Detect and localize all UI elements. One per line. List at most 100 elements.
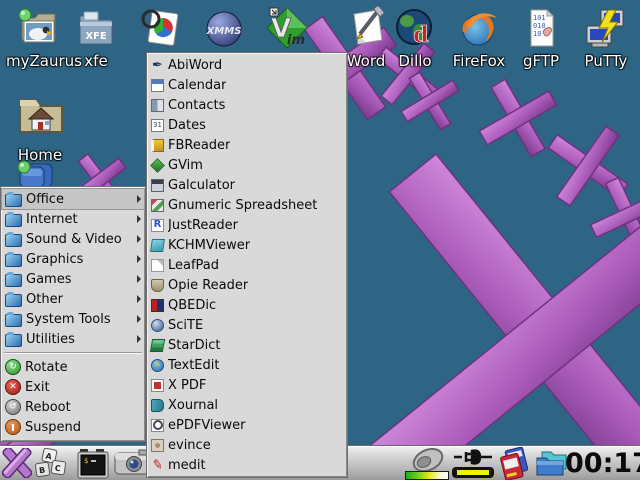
terminal-icon[interactable]: $ bbox=[76, 448, 110, 479]
menu-item-reboot[interactable]: ↺ Reboot bbox=[2, 397, 144, 417]
submenu-item-kchmviewer[interactable]: KCHMViewer bbox=[148, 235, 346, 255]
submenu-item-leafpad[interactable]: LeafPad bbox=[148, 255, 346, 275]
menu-item-label: Other bbox=[26, 292, 63, 307]
submenu-item-contacts[interactable]: Contacts bbox=[148, 95, 346, 115]
submenu-item-qbedic[interactable]: QBEDic bbox=[148, 295, 346, 315]
submenu-item-dates[interactable]: 31 Dates bbox=[148, 115, 346, 135]
menu-item-exit[interactable]: ✕ Exit bbox=[2, 377, 144, 397]
home-folder-icon bbox=[14, 88, 66, 140]
submenu-item-label: evince bbox=[168, 438, 211, 453]
desktop-icon-label: PuTTy bbox=[574, 53, 638, 69]
submenu-item-justreader[interactable]: R JustReader bbox=[148, 215, 346, 235]
menu-item-label: Rotate bbox=[25, 360, 68, 375]
submenu-item-opie-reader[interactable]: Opie Reader bbox=[148, 275, 346, 295]
stardict-icon bbox=[150, 339, 165, 352]
putty-icon bbox=[584, 6, 628, 50]
desktop-icon-label: Dillo bbox=[383, 53, 447, 69]
desktop-icon-xfe[interactable]: XFE xfe bbox=[64, 6, 128, 69]
leafpad-icon bbox=[151, 259, 164, 272]
calendar-icon bbox=[151, 79, 164, 92]
submenu-arrow-icon bbox=[137, 295, 141, 303]
menu-item-label: Reboot bbox=[25, 400, 71, 415]
menu-separator bbox=[4, 352, 142, 354]
galculator-icon bbox=[151, 179, 164, 192]
submenu-item-xournal[interactable]: Xournal bbox=[148, 395, 346, 415]
menu-item-graphics[interactable]: Graphics bbox=[2, 249, 144, 269]
suspend-icon bbox=[5, 419, 21, 435]
submenu-item-stardict[interactable]: StarDict bbox=[148, 335, 346, 355]
submenu-item-textedit[interactable]: ✎ TextEdit bbox=[148, 355, 346, 375]
folders-icon[interactable] bbox=[534, 448, 568, 478]
submenu-item-galculator[interactable]: Galculator bbox=[148, 175, 346, 195]
vim-icon: V im bbox=[265, 6, 309, 50]
submenu-item-label: Opie Reader bbox=[168, 278, 248, 293]
menu-item-office[interactable]: Office bbox=[2, 189, 144, 209]
gnumeric-icon bbox=[151, 199, 164, 212]
submenu-item-label: LeafPad bbox=[168, 258, 219, 273]
submenu-item-label: X PDF bbox=[168, 378, 206, 393]
submenu-item-medit[interactable]: ✎ medit bbox=[148, 455, 346, 475]
submenu-item-label: AbiWord bbox=[168, 58, 222, 73]
desktop-icon-gftp[interactable]: 101 010 10 gFTP bbox=[509, 6, 573, 69]
justreader-icon: R bbox=[151, 219, 164, 232]
menu-item-internet[interactable]: Internet bbox=[2, 209, 144, 229]
submenu-item-label: TextEdit bbox=[168, 358, 219, 373]
epdfviewer-icon bbox=[151, 419, 164, 432]
submenu-item-gnumeric[interactable]: Gnumeric Spreadsheet bbox=[148, 195, 346, 215]
submenu-item-xpdf[interactable]: X PDF bbox=[148, 375, 346, 395]
menu-item-utilities[interactable]: Utilities bbox=[2, 329, 144, 349]
reboot-icon: ↺ bbox=[5, 399, 21, 415]
volume-level-bar bbox=[405, 471, 449, 480]
menu-item-system-tools[interactable]: System Tools bbox=[2, 309, 144, 329]
submenu-item-label: Xournal bbox=[168, 398, 218, 413]
firefox-icon bbox=[457, 6, 501, 50]
memory-cards-icon[interactable] bbox=[496, 447, 534, 480]
submenu-item-label: Contacts bbox=[168, 98, 225, 113]
xmms-icon: XMMS bbox=[202, 6, 246, 50]
submenu-item-abiword[interactable]: ✒ AbiWord bbox=[148, 55, 346, 75]
desktop-icon-label: Home bbox=[8, 147, 72, 163]
submenu-arrow-icon bbox=[137, 195, 141, 203]
keyboard-icon[interactable]: A B C bbox=[34, 448, 74, 479]
desktop-icon-dillo[interactable]: d Dillo bbox=[383, 6, 447, 69]
submenu-item-fbreader[interactable]: FBReader bbox=[148, 135, 346, 155]
gftp-icon-line3: 10 bbox=[533, 30, 541, 38]
panel-clock: 00:17 bbox=[565, 448, 640, 479]
submenu-item-label: SciTE bbox=[168, 318, 203, 333]
desktop-icon-firefox[interactable]: FireFox bbox=[447, 6, 511, 69]
desktop-icon-myzaurus[interactable]: myZaurus bbox=[6, 6, 70, 69]
speaker-icon[interactable] bbox=[408, 448, 448, 472]
menu-item-label: Graphics bbox=[26, 252, 83, 267]
folder-icon bbox=[5, 214, 22, 227]
desktop-icon-putty[interactable]: PuTTy bbox=[574, 6, 638, 69]
menu-item-suspend[interactable]: Suspend bbox=[2, 417, 144, 437]
xfce-menu-icon[interactable] bbox=[2, 448, 32, 478]
submenu-arrow-icon bbox=[137, 215, 141, 223]
folder-icon bbox=[5, 194, 22, 207]
menu-item-games[interactable]: Games bbox=[2, 269, 144, 289]
folder-icon bbox=[5, 314, 22, 327]
menu-item-label: Internet bbox=[26, 212, 78, 227]
office-submenu: ✒ AbiWord Calendar Contacts 31 Dates FBR… bbox=[146, 52, 348, 478]
submenu-item-calendar[interactable]: Calendar bbox=[148, 75, 346, 95]
desktop-icon-xmms[interactable]: XMMS bbox=[192, 6, 256, 53]
submenu-item-label: StarDict bbox=[168, 338, 221, 353]
myzaurus-icon bbox=[16, 6, 60, 50]
menu-item-rotate[interactable]: ↻ Rotate bbox=[2, 357, 144, 377]
evince-icon bbox=[151, 439, 164, 452]
submenu-item-label: ePDFViewer bbox=[168, 418, 246, 433]
desktop-icon-vim[interactable]: V im bbox=[255, 6, 319, 53]
submenu-item-gvim[interactable]: GVim bbox=[148, 155, 346, 175]
submenu-item-evince[interactable]: evince bbox=[148, 435, 346, 455]
submenu-arrow-icon bbox=[137, 255, 141, 263]
exit-icon: ✕ bbox=[5, 379, 21, 395]
opie-reader-icon bbox=[151, 279, 164, 292]
desktop-icon-home[interactable]: Home bbox=[8, 88, 72, 163]
abiword-icon: ✒ bbox=[151, 59, 164, 72]
submenu-item-epdfviewer[interactable]: ePDFViewer bbox=[148, 415, 346, 435]
contacts-icon bbox=[151, 99, 164, 112]
submenu-item-label: Dates bbox=[168, 118, 206, 133]
menu-item-other[interactable]: Other bbox=[2, 289, 144, 309]
menu-item-sound-video[interactable]: Sound & Video bbox=[2, 229, 144, 249]
submenu-item-scite[interactable]: SciTE bbox=[148, 315, 346, 335]
